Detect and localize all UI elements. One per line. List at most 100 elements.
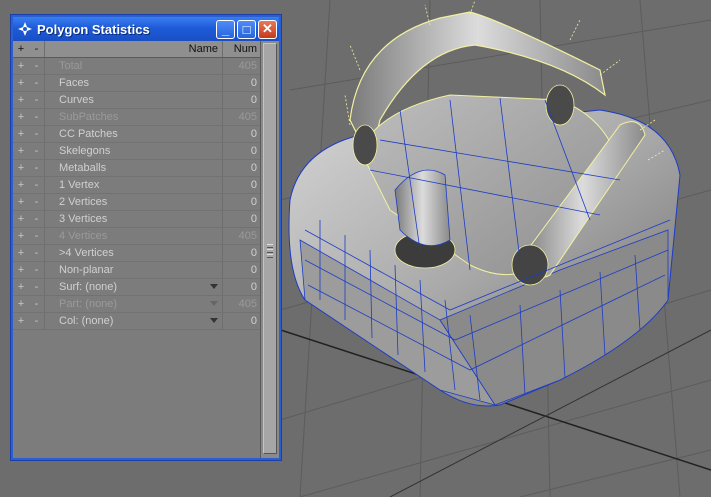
- row-name-label: Metaballs: [59, 162, 107, 174]
- row-remove-toggle[interactable]: -: [29, 126, 45, 142]
- row-add-toggle[interactable]: +: [13, 196, 29, 208]
- row-count: 0: [250, 196, 257, 208]
- row-remove-toggle[interactable]: -: [29, 177, 45, 193]
- row-name-label: CC Patches: [59, 128, 118, 140]
- table-row[interactable]: + - 4 Vertices 405: [13, 228, 261, 245]
- row-count: 0: [250, 281, 257, 293]
- row-count: 0: [250, 94, 257, 106]
- row-add-toggle[interactable]: +: [13, 60, 29, 72]
- row-add-toggle[interactable]: +: [13, 145, 29, 157]
- row-remove-toggle[interactable]: -: [29, 313, 45, 329]
- row-remove-toggle[interactable]: -: [29, 228, 45, 244]
- row-remove-toggle[interactable]: -: [29, 143, 45, 159]
- row-name: >4 Vertices: [45, 245, 223, 261]
- row-add-toggle[interactable]: +: [13, 315, 29, 327]
- row-count: 0: [250, 128, 257, 140]
- close-icon: ✕: [262, 21, 273, 36]
- dropdown-arrow-icon[interactable]: [210, 318, 218, 323]
- minimize-button[interactable]: _: [216, 19, 235, 39]
- row-name: Non-planar: [45, 262, 223, 278]
- row-count: 0: [250, 162, 257, 174]
- table-header: + - Name Num: [13, 41, 261, 58]
- row-remove-toggle[interactable]: -: [29, 75, 45, 91]
- row-count: 0: [250, 213, 257, 225]
- window-title: Polygon Statistics: [37, 21, 150, 37]
- row-add-toggle[interactable]: +: [13, 247, 29, 259]
- table-row[interactable]: + - Metaballs 0: [13, 160, 261, 177]
- row-name: CC Patches: [45, 126, 223, 142]
- row-name: Part: (none): [45, 296, 223, 312]
- row-name: Skelegons: [45, 143, 223, 159]
- dropdown-arrow-icon[interactable]: [210, 301, 218, 306]
- header-num-column[interactable]: Num: [223, 43, 261, 55]
- table-body: + - Total 405 + - Faces 0 + - Curves 0 + - SubPatches 4…: [13, 58, 261, 330]
- row-name: Faces: [45, 75, 223, 91]
- row-remove-toggle[interactable]: -: [29, 58, 45, 74]
- dropdown-arrow-icon[interactable]: [210, 284, 218, 289]
- row-name: 4 Vertices: [45, 228, 223, 244]
- row-name-label: 4 Vertices: [59, 230, 108, 242]
- scrollbar-thumb[interactable]: [263, 43, 277, 454]
- row-remove-toggle[interactable]: -: [29, 296, 45, 312]
- row-remove-toggle[interactable]: -: [29, 211, 45, 227]
- row-remove-toggle[interactable]: -: [29, 262, 45, 278]
- table-row[interactable]: + - 2 Vertices 0: [13, 194, 261, 211]
- table-row[interactable]: + - Curves 0: [13, 92, 261, 109]
- row-add-toggle[interactable]: +: [13, 213, 29, 225]
- row-add-toggle[interactable]: +: [13, 179, 29, 191]
- row-remove-toggle[interactable]: -: [29, 279, 45, 295]
- row-name-label: Non-planar: [59, 264, 114, 276]
- table-row[interactable]: + - SubPatches 405: [13, 109, 261, 126]
- row-remove-toggle[interactable]: -: [29, 245, 45, 261]
- row-remove-toggle[interactable]: -: [29, 109, 45, 125]
- header-name-column[interactable]: Name: [45, 41, 223, 57]
- table-row[interactable]: + - Part: (none) 405: [13, 296, 261, 313]
- row-name: Metaballs: [45, 160, 223, 176]
- header-plus-column[interactable]: +: [13, 43, 29, 55]
- maximize-button[interactable]: □: [237, 19, 256, 39]
- row-add-toggle[interactable]: +: [13, 162, 29, 174]
- vertical-scrollbar[interactable]: [260, 41, 279, 458]
- row-count: 0: [250, 315, 257, 327]
- row-add-toggle[interactable]: +: [13, 230, 29, 242]
- row-name-label: >4 Vertices: [59, 247, 114, 259]
- table-row[interactable]: + - >4 Vertices 0: [13, 245, 261, 262]
- row-name-label: Skelegons: [59, 145, 111, 157]
- row-add-toggle[interactable]: +: [13, 111, 29, 123]
- close-button[interactable]: ✕: [258, 19, 277, 39]
- table-row[interactable]: + - CC Patches 0: [13, 126, 261, 143]
- table-row[interactable]: + - Faces 0: [13, 75, 261, 92]
- row-name-label: Col: (none): [59, 315, 114, 327]
- row-add-toggle[interactable]: +: [13, 94, 29, 106]
- row-name-label: SubPatches: [59, 111, 119, 123]
- row-add-toggle[interactable]: +: [13, 281, 29, 293]
- row-name: 1 Vertex: [45, 177, 223, 193]
- table-row[interactable]: + - 1 Vertex 0: [13, 177, 261, 194]
- row-add-toggle[interactable]: +: [13, 128, 29, 140]
- row-count: 0: [250, 247, 257, 259]
- row-name-label: Curves: [59, 94, 94, 106]
- row-remove-toggle[interactable]: -: [29, 194, 45, 210]
- row-add-toggle[interactable]: +: [13, 264, 29, 276]
- table-row[interactable]: + - Total 405: [13, 58, 261, 75]
- row-name: Surf: (none): [45, 279, 223, 295]
- row-name-label: 2 Vertices: [59, 196, 108, 208]
- table-row[interactable]: + - 3 Vertices 0: [13, 211, 261, 228]
- row-remove-toggle[interactable]: -: [29, 92, 45, 108]
- lightwave-logo-icon: [17, 21, 33, 37]
- header-minus-column[interactable]: -: [29, 41, 45, 57]
- table-row[interactable]: + - Skelegons 0: [13, 143, 261, 160]
- row-remove-toggle[interactable]: -: [29, 160, 45, 176]
- table-row[interactable]: + - Surf: (none) 0: [13, 279, 261, 296]
- window-titlebar[interactable]: Polygon Statistics _ □ ✕: [13, 17, 279, 41]
- statistics-table: + - Name Num + - Total 405 + - Faces 0 + - Curves 0…: [13, 41, 261, 458]
- row-add-toggle[interactable]: +: [13, 77, 29, 89]
- row-name: Total: [45, 58, 223, 74]
- row-name: Curves: [45, 92, 223, 108]
- row-count: 405: [238, 60, 257, 72]
- table-row[interactable]: + - Col: (none) 0: [13, 313, 261, 330]
- row-name: SubPatches: [45, 109, 223, 125]
- row-add-toggle[interactable]: +: [13, 298, 29, 310]
- table-row[interactable]: + - Non-planar 0: [13, 262, 261, 279]
- row-count: 0: [250, 77, 257, 89]
